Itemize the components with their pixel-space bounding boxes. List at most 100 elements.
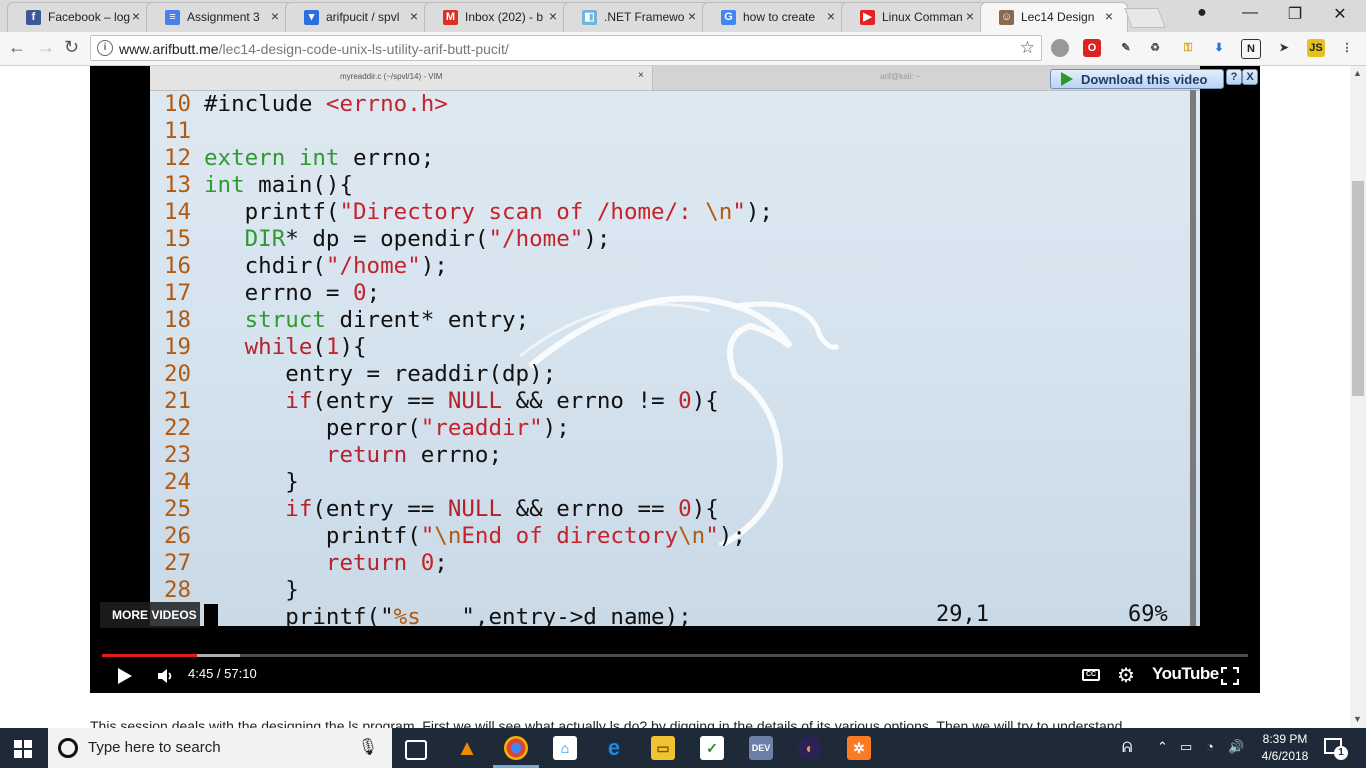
code-line: 20 entry = readdir(dp); bbox=[164, 361, 773, 388]
tab-close-icon[interactable]: × bbox=[688, 8, 696, 24]
fullscreen-icon[interactable] bbox=[1221, 667, 1239, 685]
time-display: 4:45 / 57:10 bbox=[188, 666, 257, 681]
minimize-button[interactable]: — bbox=[1235, 4, 1265, 22]
url-text[interactable]: www.arifbutt.me/lec14-design-code-unix-l… bbox=[119, 41, 509, 57]
code-token: main(){ bbox=[244, 172, 354, 198]
tab-close-icon[interactable]: × bbox=[1105, 8, 1113, 24]
tab-favicon-icon: M bbox=[443, 10, 458, 25]
scroll-up-arrow-icon[interactable]: ▲ bbox=[1353, 68, 1362, 78]
code-line: printf("%s ",entry->d_name); bbox=[164, 604, 773, 626]
browser-tab[interactable]: M Inbox (202) - b × bbox=[424, 2, 572, 32]
extension-arrow-icon[interactable]: ➤ bbox=[1275, 39, 1293, 57]
battery-icon[interactable]: ▭ bbox=[1180, 739, 1192, 755]
browser-tab[interactable]: Ghow to create × bbox=[702, 2, 850, 32]
windows-start-icon[interactable] bbox=[14, 740, 32, 758]
tab-title: .NET Framewo bbox=[604, 10, 685, 24]
line-number: 26 bbox=[164, 523, 192, 549]
store-icon[interactable]: ⌂ bbox=[553, 736, 577, 760]
tab-close-icon[interactable]: × bbox=[271, 8, 279, 24]
browser-tab[interactable]: ☺ Lec14 Design × bbox=[980, 2, 1128, 32]
tab-title: how to create bbox=[743, 10, 816, 24]
show-hidden-icons[interactable]: ⌃ bbox=[1157, 739, 1168, 755]
taskbar-search-box[interactable]: Type here to search 🎙 bbox=[48, 728, 392, 768]
play-button[interactable] bbox=[118, 668, 132, 684]
tab-title: Inbox (202) - b bbox=[465, 10, 544, 24]
devcpp-icon[interactable]: DEV bbox=[749, 736, 773, 760]
extension-key-icon[interactable]: ⚿ bbox=[1179, 39, 1197, 57]
code-token: ); bbox=[745, 199, 773, 225]
extension-icon-1[interactable] bbox=[1051, 39, 1069, 57]
download-video-button[interactable]: Download this video bbox=[1050, 69, 1224, 89]
tab-close-icon[interactable]: × bbox=[549, 8, 557, 24]
vlc-icon[interactable]: ▲ bbox=[455, 736, 479, 760]
wifi-icon[interactable]: ◔ bbox=[1206, 739, 1214, 754]
download-close-button[interactable]: X bbox=[1242, 69, 1258, 85]
page-scrollbar[interactable]: ▲ ▼ bbox=[1350, 66, 1366, 728]
tab-favicon-icon: ▾ bbox=[304, 10, 319, 25]
video-player[interactable]: myreaddir.c (~/spvl/14) - VIM × arif@kal… bbox=[90, 66, 1260, 693]
tab-close-icon[interactable]: × bbox=[966, 8, 974, 24]
tab-favicon-icon: ▶ bbox=[860, 10, 875, 25]
action-center-icon[interactable]: 1 bbox=[1324, 738, 1348, 760]
captions-button[interactable]: CC bbox=[1082, 669, 1100, 681]
tab-close-icon[interactable]: × bbox=[827, 8, 835, 24]
task-view-icon[interactable] bbox=[405, 740, 427, 760]
extension-eyedropper-icon[interactable]: ✎ bbox=[1117, 39, 1135, 57]
tab-title: Assignment 3 bbox=[187, 10, 260, 24]
xampp-icon[interactable]: ✲ bbox=[847, 736, 871, 760]
code-token: printf( bbox=[204, 199, 340, 225]
extension-js-icon[interactable]: JS bbox=[1307, 39, 1325, 57]
restore-button[interactable]: ❐ bbox=[1280, 4, 1310, 24]
people-icon[interactable]: ᕱ bbox=[1122, 739, 1132, 756]
reload-icon[interactable]: ↻ bbox=[64, 37, 79, 58]
edge-icon[interactable]: e bbox=[602, 736, 626, 760]
code-token: } bbox=[204, 469, 299, 495]
download-help-button[interactable]: ? bbox=[1226, 69, 1242, 85]
extension-n-icon[interactable]: N bbox=[1241, 39, 1261, 59]
bookmark-star-icon[interactable]: ☆ bbox=[1020, 38, 1035, 58]
site-info-icon[interactable]: i bbox=[97, 40, 113, 56]
extension-opera-icon[interactable]: O bbox=[1083, 39, 1101, 57]
volume-tray-icon[interactable]: 🔊 bbox=[1228, 739, 1244, 755]
extension-download-icon[interactable]: ⬇ bbox=[1210, 39, 1228, 57]
browser-tab[interactable]: ≡ Assignment 3 × bbox=[146, 2, 294, 32]
tab-close-icon[interactable]: × bbox=[132, 8, 140, 24]
progress-bar[interactable] bbox=[102, 654, 1248, 657]
youtube-logo[interactable]: YouTube bbox=[1152, 664, 1219, 684]
browser-tab[interactable]: ▶ Linux Comman × bbox=[841, 2, 989, 32]
code-token: struct bbox=[244, 307, 326, 333]
line-number: 23 bbox=[164, 442, 192, 468]
microphone-icon[interactable]: 🎙 bbox=[358, 737, 378, 757]
scrollbar-thumb[interactable] bbox=[1352, 181, 1364, 396]
close-window-button[interactable]: ✕ bbox=[1325, 4, 1355, 24]
code-token: return bbox=[325, 442, 408, 468]
file-explorer-icon[interactable]: ▭ bbox=[651, 736, 675, 760]
chrome-taskbar-icon[interactable] bbox=[504, 736, 528, 760]
browser-tab[interactable]: ◧ .NET Framewo × bbox=[563, 2, 711, 32]
chrome-menu-icon[interactable]: ⋮ bbox=[1338, 39, 1356, 57]
extension-recycle-icon[interactable]: ♻ bbox=[1146, 39, 1164, 57]
code-line: 19 while(1){ bbox=[164, 334, 773, 361]
forward-arrow-icon[interactable]: → bbox=[37, 37, 55, 58]
address-bar[interactable]: i www.arifbutt.me/lec14-design-code-unix… bbox=[90, 35, 1042, 61]
tab-close-icon[interactable]: × bbox=[410, 8, 418, 24]
system-clock[interactable]: 8:39 PM 4/6/2018 bbox=[1255, 731, 1315, 765]
project-icon[interactable]: ✓ bbox=[700, 736, 724, 760]
line-number: 16 bbox=[164, 253, 192, 279]
settings-gear-icon[interactable]: ⚙ bbox=[1117, 663, 1135, 688]
browser-tab[interactable]: f Facebook – log × bbox=[7, 2, 155, 32]
browser-tab[interactable]: ▾ arifpucit / spvl × bbox=[285, 2, 433, 32]
code-token: "/home" bbox=[488, 226, 584, 252]
eclipse-icon[interactable]: ◐ bbox=[798, 736, 822, 760]
scroll-down-arrow-icon[interactable]: ▼ bbox=[1353, 714, 1362, 724]
profile-icon[interactable]: ● bbox=[1187, 4, 1217, 22]
volume-icon[interactable] bbox=[156, 667, 174, 685]
code-token: 0 bbox=[420, 550, 435, 576]
code-token: while bbox=[244, 334, 313, 360]
back-arrow-icon[interactable]: ← bbox=[8, 37, 26, 58]
new-tab-button[interactable] bbox=[1124, 8, 1166, 28]
more-videos-button[interactable]: MORE VIDEOS bbox=[100, 602, 200, 628]
